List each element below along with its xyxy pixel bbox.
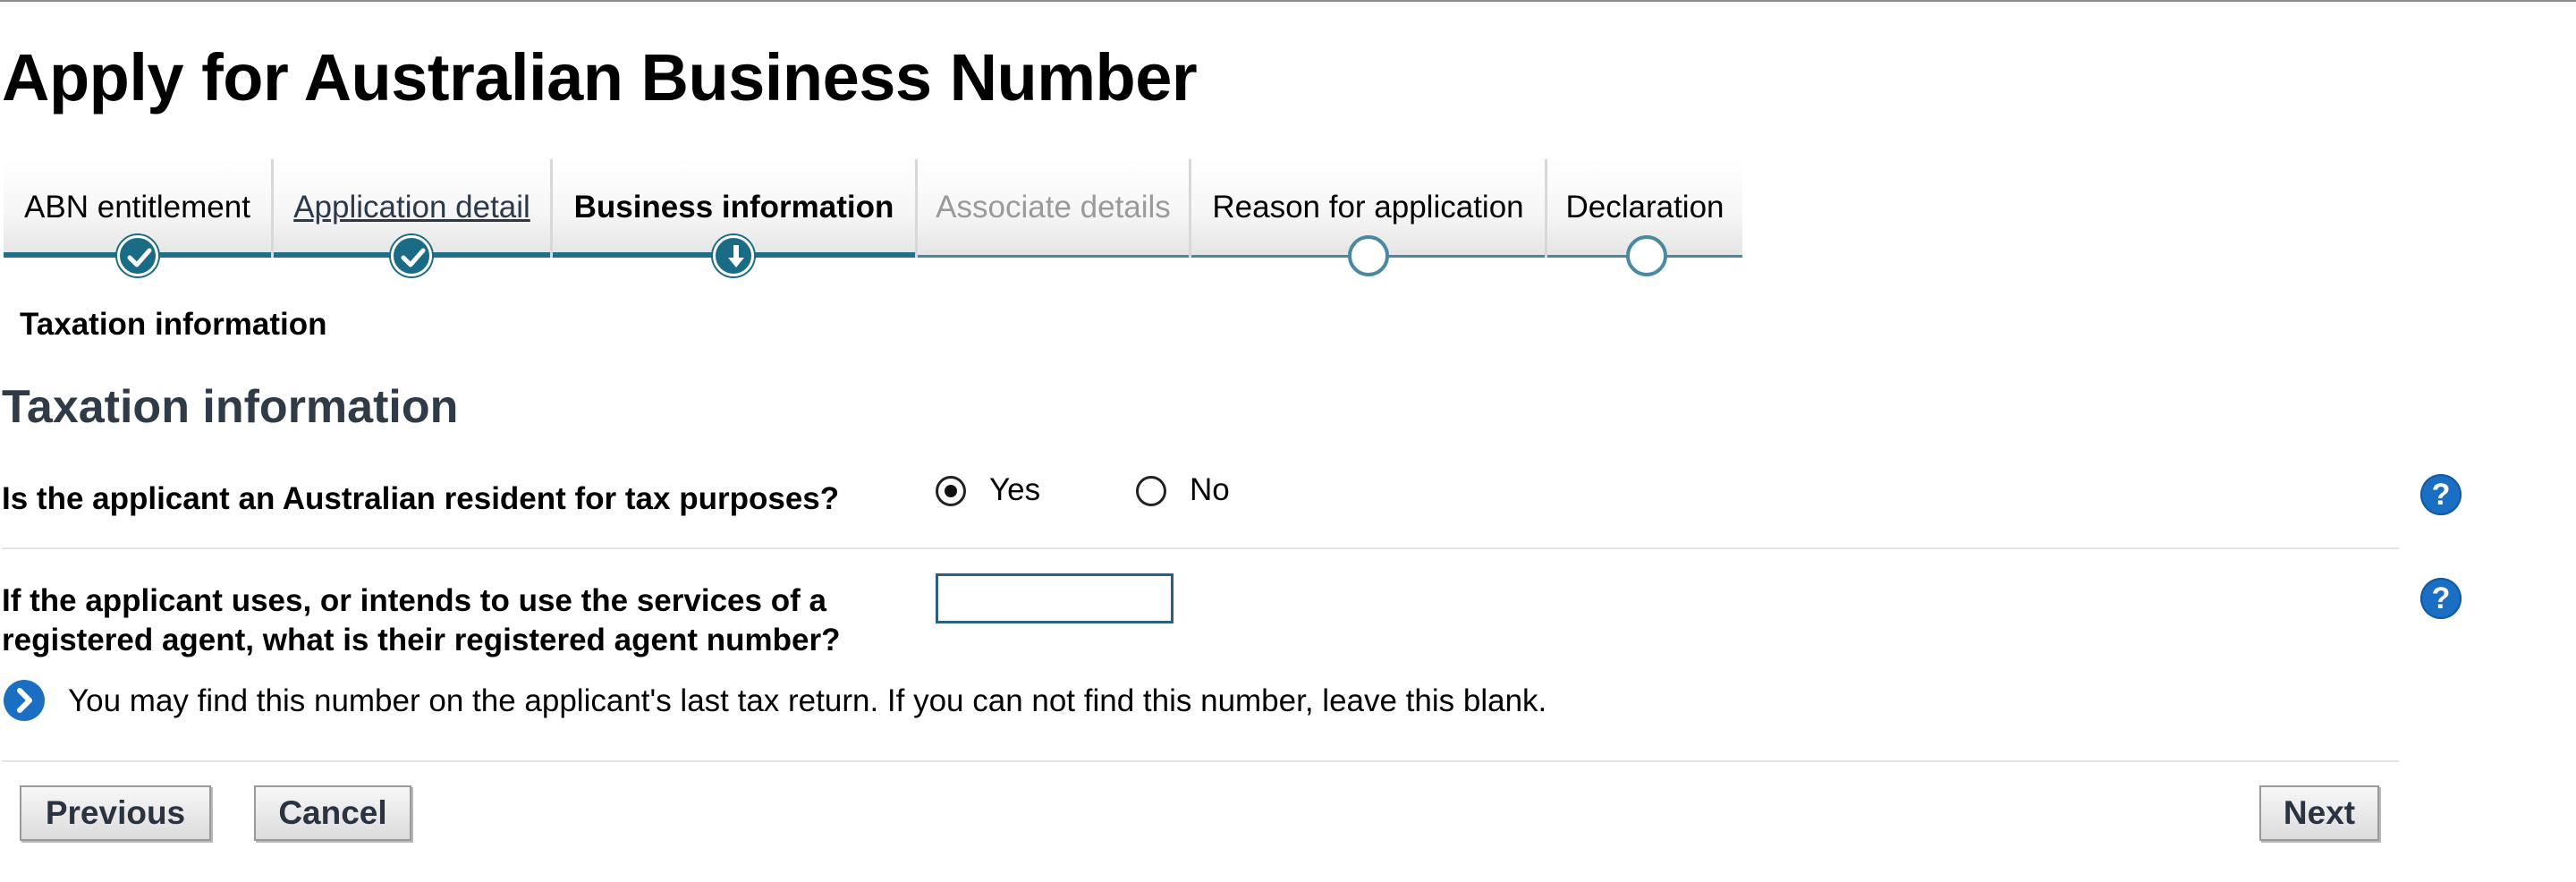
row-divider	[2, 760, 2399, 762]
resident-no-radio[interactable]: No	[1136, 472, 1252, 512]
radio-circle[interactable]	[936, 476, 966, 506]
agent-number-hint: You may find this number on the applican…	[68, 683, 1547, 718]
help-icon[interactable]: ?	[2420, 578, 2462, 619]
agent-question-label-line2: registered agent, what is their register…	[2, 623, 841, 657]
chevron-right-icon	[4, 680, 45, 721]
help-icon[interactable]: ?	[2420, 474, 2462, 515]
sub-step-label: Taxation information	[20, 307, 327, 342]
check-circle-icon	[391, 235, 432, 276]
top-rule	[0, 0, 2576, 2]
radio-label[interactable]: Yes	[989, 472, 1040, 508]
step-label: Associate details	[936, 190, 1171, 225]
step-label: ABN entitlement	[24, 190, 250, 225]
next-button[interactable]: Next	[2259, 785, 2379, 841]
step-bar	[918, 255, 1189, 258]
step-label: Declaration	[1565, 190, 1724, 225]
download-arrow-icon	[713, 235, 754, 276]
cancel-button[interactable]: Cancel	[254, 785, 411, 841]
radio-label[interactable]: No	[1190, 472, 1230, 508]
empty-circle-icon	[1626, 235, 1667, 276]
check-circle-icon	[117, 235, 158, 276]
page-title: Apply for Australian Business Number	[2, 40, 1198, 114]
step-associate-details: Associate details	[918, 159, 1191, 258]
radio-selected-dot	[945, 485, 957, 497]
resident-question-label: Is the applicant an Australian resident …	[2, 481, 840, 516]
row-divider	[2, 547, 2399, 549]
section-heading: Taxation information	[2, 381, 459, 433]
empty-circle-icon	[1348, 235, 1389, 276]
resident-yes-radio[interactable]: Yes	[936, 472, 1052, 512]
previous-button[interactable]: Previous	[20, 785, 211, 841]
step-label: Reason for application	[1212, 190, 1524, 225]
step-label: Business information	[573, 190, 894, 225]
step-label[interactable]: Application detail	[274, 190, 550, 225]
agent-number-input[interactable]	[936, 573, 1174, 623]
radio-circle[interactable]	[1136, 476, 1166, 506]
agent-question-label-line1: If the applicant uses, or intends to use…	[2, 583, 826, 618]
